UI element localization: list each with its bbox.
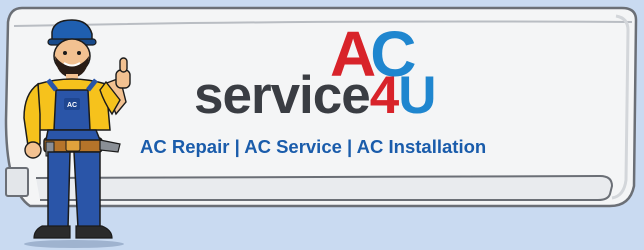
technician-thumbs-up-illustration: AC xyxy=(23,19,131,248)
ac-service-banner: A C service 4 U AC Repair | AC Service |… xyxy=(0,0,644,250)
logo-word-u: U xyxy=(398,66,436,125)
logo-word-4: 4 xyxy=(369,66,400,125)
brand-logo: A C service 4 U xyxy=(190,16,490,126)
logo-wordmark: service 4 U xyxy=(194,66,437,125)
services-tagline: AC Repair | AC Service | AC Installation xyxy=(140,136,487,157)
logo-word-service: service xyxy=(194,66,371,125)
bib-badge: AC xyxy=(67,102,77,109)
